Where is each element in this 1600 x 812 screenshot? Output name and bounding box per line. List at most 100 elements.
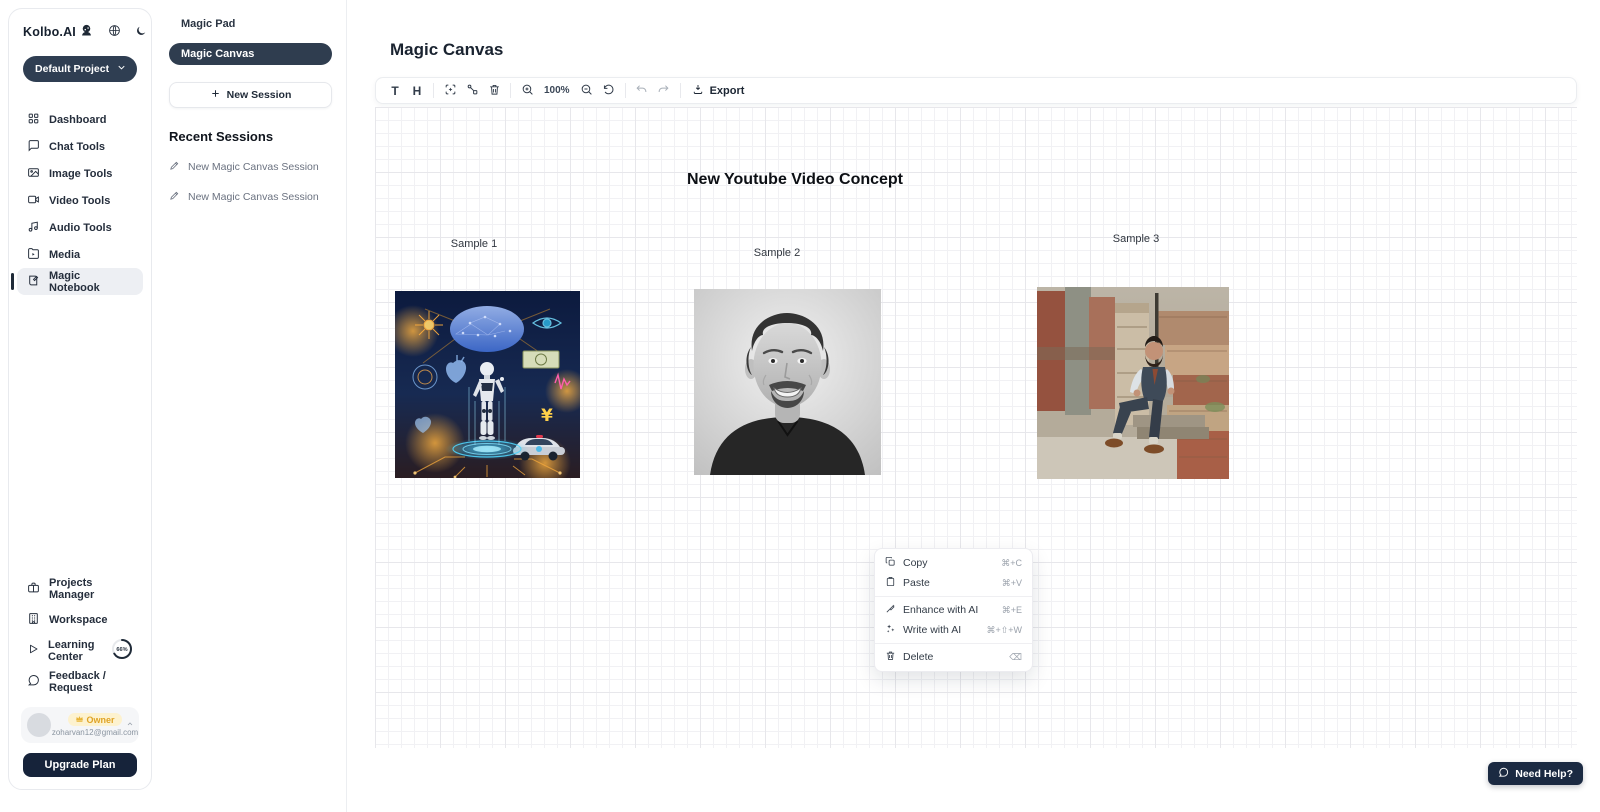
menu-item-shortcut: ⌘+⇧+W [986, 625, 1022, 636]
chat-bubble-icon [27, 139, 40, 155]
chevron-up-icon[interactable] [126, 715, 134, 733]
portrait-graphic [694, 289, 881, 475]
recent-session-item[interactable]: New Magic Canvas Session [169, 160, 332, 174]
export-label: Export [710, 85, 745, 97]
briefcase-icon [27, 581, 40, 597]
canvas-grid[interactable]: New Youtube Video Concept Sample 1 Sampl… [375, 107, 1577, 748]
trash-icon [885, 648, 896, 666]
sidebar-item-label: Audio Tools [49, 222, 112, 234]
delete-tool-button[interactable] [483, 80, 505, 101]
text-tool-button[interactable]: T [384, 80, 406, 101]
sidebar-item-label: Projects Manager [49, 577, 133, 601]
recent-session-item[interactable]: New Magic Canvas Session [169, 190, 332, 204]
media-folder-icon [27, 247, 40, 263]
recent-session-label: New Magic Canvas Session [188, 161, 319, 173]
sidebar-item-learning-center[interactable]: Learning Center 66% [17, 637, 143, 664]
sidebar-item-magic-notebook[interactable]: Magic Notebook [17, 268, 143, 295]
menu-item-label: Delete [903, 651, 933, 663]
recent-session-label: New Magic Canvas Session [188, 191, 319, 203]
sidebar-item-media[interactable]: Media [17, 241, 143, 268]
magic-pen-icon [885, 601, 896, 619]
sample-2-label[interactable]: Sample 2 [742, 247, 812, 259]
avatar [27, 713, 51, 737]
menu-item-copy[interactable]: Copy ⌘+C [875, 553, 1032, 573]
sidebar-item-chat-tools[interactable]: Chat Tools [17, 133, 143, 160]
sidebar-item-label: Dashboard [49, 114, 106, 126]
tab-magic-canvas[interactable]: Magic Canvas [169, 43, 332, 65]
heading-tool-button[interactable]: H [406, 80, 428, 101]
need-help-label: Need Help? [1515, 768, 1573, 780]
language-globe-button[interactable] [108, 24, 121, 40]
need-help-button[interactable]: Need Help? [1488, 762, 1583, 785]
sample-3-label[interactable]: Sample 3 [1101, 233, 1171, 245]
redo-icon [657, 83, 670, 99]
logo-row: Kolbo.AI [17, 23, 143, 41]
sidebar-item-workspace[interactable]: Workspace [17, 606, 143, 633]
page-title: Magic Canvas [390, 40, 503, 60]
menu-divider [875, 596, 1032, 597]
sidebar-item-label: Image Tools [49, 168, 112, 180]
sample-image-3[interactable] [1037, 287, 1229, 479]
sidebar-item-projects-manager[interactable]: Projects Manager [17, 575, 143, 602]
zoom-out-button[interactable] [576, 80, 598, 101]
sample-image-2[interactable] [694, 289, 881, 475]
feedback-bubble-icon [27, 674, 40, 690]
building-icon [27, 612, 40, 628]
upgrade-plan-button[interactable]: Upgrade Plan [23, 753, 137, 777]
menu-item-delete[interactable]: Delete ⌫ [875, 647, 1032, 667]
sidebar-item-video-tools[interactable]: Video Tools [17, 187, 143, 214]
sidebar-item-image-tools[interactable]: Image Tools [17, 160, 143, 187]
sidebar-item-label: Feedback / Request [49, 670, 133, 694]
connector-tool-button[interactable] [461, 80, 483, 101]
download-icon [692, 83, 704, 98]
undo-button[interactable] [631, 80, 653, 101]
sample-image-1[interactable]: ¥ [395, 291, 580, 478]
copy-icon [885, 554, 896, 572]
tab-magic-pad[interactable]: Magic Pad [169, 14, 332, 34]
menu-item-label: Copy [903, 557, 928, 569]
menu-item-label: Enhance with AI [903, 604, 978, 616]
sidebar-item-dashboard[interactable]: Dashboard [17, 106, 143, 133]
ai-illustration-graphic: ¥ [395, 291, 580, 478]
toolbar-divider [625, 83, 626, 98]
heading-tool-icon: H [413, 84, 422, 98]
help-chat-icon [1498, 767, 1509, 781]
primary-sidebar: Kolbo.AI Default Project [8, 8, 152, 790]
sidebar-item-label: Video Tools [49, 195, 110, 207]
new-session-button[interactable]: New Session [169, 82, 332, 108]
dark-mode-button[interactable] [135, 25, 147, 40]
notebook-pen-icon [27, 274, 40, 290]
ai-head-icon [79, 23, 94, 41]
board-title[interactable]: New Youtube Video Concept [615, 171, 975, 189]
sample-1-label[interactable]: Sample 1 [439, 238, 509, 250]
toolbar-divider [510, 83, 511, 98]
zoom-in-button[interactable] [516, 80, 538, 101]
menu-item-enhance-with-ai[interactable]: Enhance with AI ⌘+E [875, 600, 1032, 620]
menu-divider [875, 643, 1032, 644]
zoom-in-icon [521, 83, 534, 99]
reset-view-button[interactable] [598, 80, 620, 101]
sidebar-item-feedback-request[interactable]: Feedback / Request [17, 668, 143, 695]
sparkles-icon [885, 621, 896, 639]
user-info: Owner zoharvan12@gmail.com [57, 713, 133, 737]
menu-item-write-with-ai[interactable]: Write with AI ⌘+⇧+W [875, 620, 1032, 640]
learning-progress-value: 66% [116, 647, 127, 653]
ruins-scene-graphic [1037, 287, 1229, 479]
toolbar-divider [680, 83, 681, 98]
session-panel: Magic Pad Magic Canvas New Session Recen… [155, 0, 347, 812]
paste-clipboard-icon [885, 574, 896, 592]
play-icon [27, 643, 39, 658]
ai-select-button[interactable] [439, 80, 461, 101]
menu-item-paste[interactable]: Paste ⌘+V [875, 573, 1032, 593]
video-camera-icon [27, 193, 40, 209]
user-account-card[interactable]: Owner zoharvan12@gmail.com [21, 707, 139, 743]
sidebar-item-label: Learning Center [48, 639, 100, 663]
redo-button[interactable] [653, 80, 675, 101]
project-selector-label: Default Project [35, 63, 109, 75]
sidebar-item-audio-tools[interactable]: Audio Tools [17, 214, 143, 241]
svg-text:¥: ¥ [541, 406, 553, 426]
sidebar-bottom: Projects Manager Workspace Learning Cent… [17, 575, 143, 777]
project-selector[interactable]: Default Project [23, 56, 137, 82]
export-button[interactable]: Export [686, 83, 751, 98]
dashboard-icon [27, 112, 40, 128]
